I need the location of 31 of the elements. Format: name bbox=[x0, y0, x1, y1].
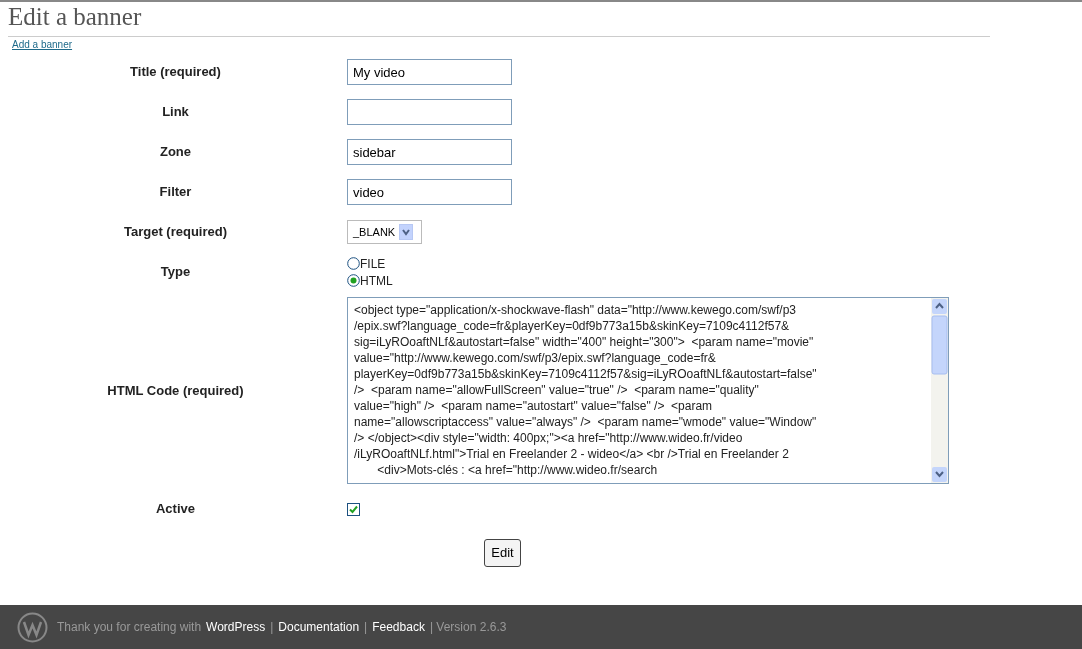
text-field[interactable] bbox=[347, 99, 512, 125]
footer-text: | Version 2.6.3 bbox=[429, 619, 507, 636]
footer-text: | bbox=[364, 619, 368, 636]
field-label: Filter bbox=[158, 183, 192, 202]
text-field[interactable]: sidebar bbox=[347, 139, 512, 165]
radio-button[interactable] bbox=[347, 274, 360, 287]
field-label: Target (required) bbox=[122, 223, 228, 242]
radio-label: HTML bbox=[360, 272, 393, 290]
target-dropdown[interactable]: _BLANK bbox=[347, 220, 422, 244]
field-label: Title (required) bbox=[129, 63, 221, 82]
text-field[interactable]: video bbox=[347, 179, 512, 205]
field-label: Zone bbox=[158, 143, 192, 162]
edit-button[interactable]: Edit bbox=[484, 539, 521, 567]
footer-link[interactable]: WordPress bbox=[206, 618, 266, 636]
text-field[interactable]: My video bbox=[347, 59, 512, 85]
checkbox[interactable] bbox=[347, 502, 360, 516]
footer-link[interactable]: Documentation bbox=[278, 618, 360, 636]
footer-text: | bbox=[270, 619, 274, 636]
field-label: Link bbox=[161, 103, 189, 122]
add-banner-link[interactable]: Add a banner bbox=[12, 37, 73, 52]
scrollbar[interactable] bbox=[931, 298, 948, 483]
field-label: HTML Code (required) bbox=[106, 381, 244, 400]
radio-button[interactable] bbox=[347, 257, 360, 270]
html-code-field[interactable]: <object type="application/x-shockwave-flash" data="http://www.kewego.com/swf/p3 /epix.swf?language_code=fr&playerKey=0df9b773a15b&skinKey=7109c4112f57& sig=iLyROoaftNLf&autostart=false" width="400" height="300"> <param name="movie" value="http://www.kewego.com/swf/p3/epix.swf?language_code=fr& playerKey=0df9b773a15b&skinKey=7109c4112f57&sig=iLyROoaftNLf&autostart=false" /> <param name="allowFullScreen" value="true" /> <param name="quality" value="high" /> <param name="autostart" value="false" /> <param name="allowscriptaccess" value="always" /> <param name="wmode" value="Window" /> </object><div style="width: 400px;"><a href="http://www.wideo.fr/video /iLyROoaftNLf.html">Trial en Freelander 2 - wideo</a> <br />Trial en Freelander 2 <div>Mots-clés : <a href="http://www.wideo.fr/search bbox=[347, 297, 949, 484]
footer-text: Thank you for creating with bbox=[57, 619, 202, 636]
page-title: Edit a banner bbox=[8, 2, 142, 32]
footer-link[interactable]: Feedback bbox=[372, 618, 425, 636]
field-label: Active bbox=[155, 500, 195, 519]
field-label: Type bbox=[159, 263, 191, 282]
radio-label: FILE bbox=[360, 255, 386, 273]
wordpress-logo-icon bbox=[17, 611, 48, 643]
